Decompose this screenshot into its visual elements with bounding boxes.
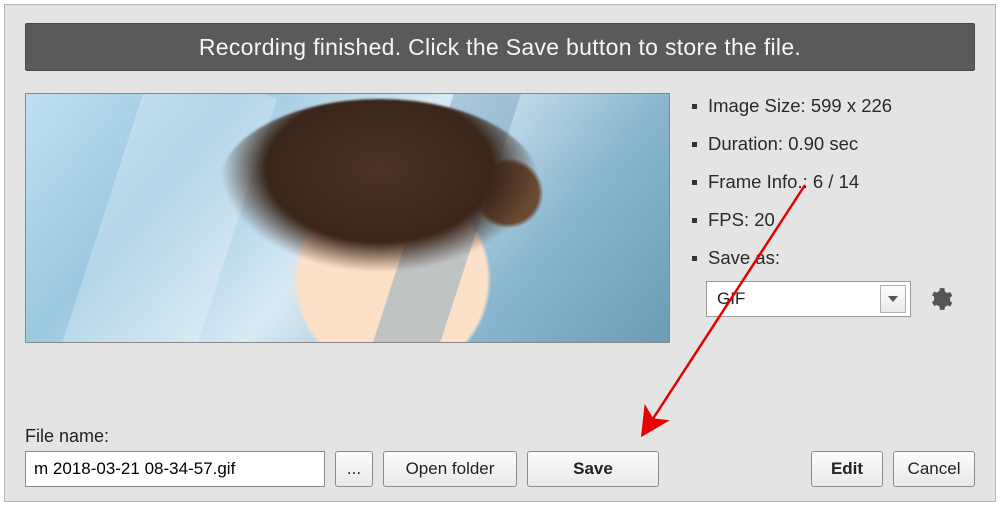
edit-button[interactable]: Edit: [811, 451, 883, 487]
chevron-down-icon: [888, 296, 898, 302]
recording-preview[interactable]: [25, 93, 670, 343]
info-image-size: Image Size: 599 x 226: [692, 95, 975, 117]
gear-icon: [927, 286, 953, 312]
cancel-button[interactable]: Cancel: [893, 451, 975, 487]
info-list: Image Size: 599 x 226 Duration: 0.90 sec…: [692, 95, 975, 269]
filename-label: File name:: [25, 426, 975, 447]
filename-input[interactable]: [25, 451, 325, 487]
content-area: Image Size: 599 x 226 Duration: 0.90 sec…: [25, 93, 975, 343]
info-duration: Duration: 0.90 sec: [692, 133, 975, 155]
info-panel: Image Size: 599 x 226 Duration: 0.90 sec…: [692, 93, 975, 343]
browse-button[interactable]: ...: [335, 451, 373, 487]
saveas-row: GIF: [706, 281, 975, 317]
open-folder-button[interactable]: Open folder: [383, 451, 517, 487]
status-banner-text: Recording finished. Click the Save butto…: [199, 34, 801, 61]
info-saveas-label: Save as:: [692, 247, 975, 269]
status-banner: Recording finished. Click the Save butto…: [25, 23, 975, 71]
format-dropdown[interactable]: GIF: [706, 281, 911, 317]
bottom-row: ... Open folder Save Edit Cancel: [25, 451, 975, 487]
settings-button[interactable]: [927, 286, 953, 312]
info-frame: Frame Info.: 6 / 14: [692, 171, 975, 193]
save-button[interactable]: Save: [527, 451, 659, 487]
format-dropdown-button[interactable]: [880, 285, 906, 313]
info-fps: FPS: 20: [692, 209, 975, 231]
dialog-window: Recording finished. Click the Save butto…: [4, 4, 996, 502]
bottom-bar: File name: ... Open folder Save Edit Can…: [25, 426, 975, 487]
format-dropdown-value: GIF: [717, 289, 880, 309]
